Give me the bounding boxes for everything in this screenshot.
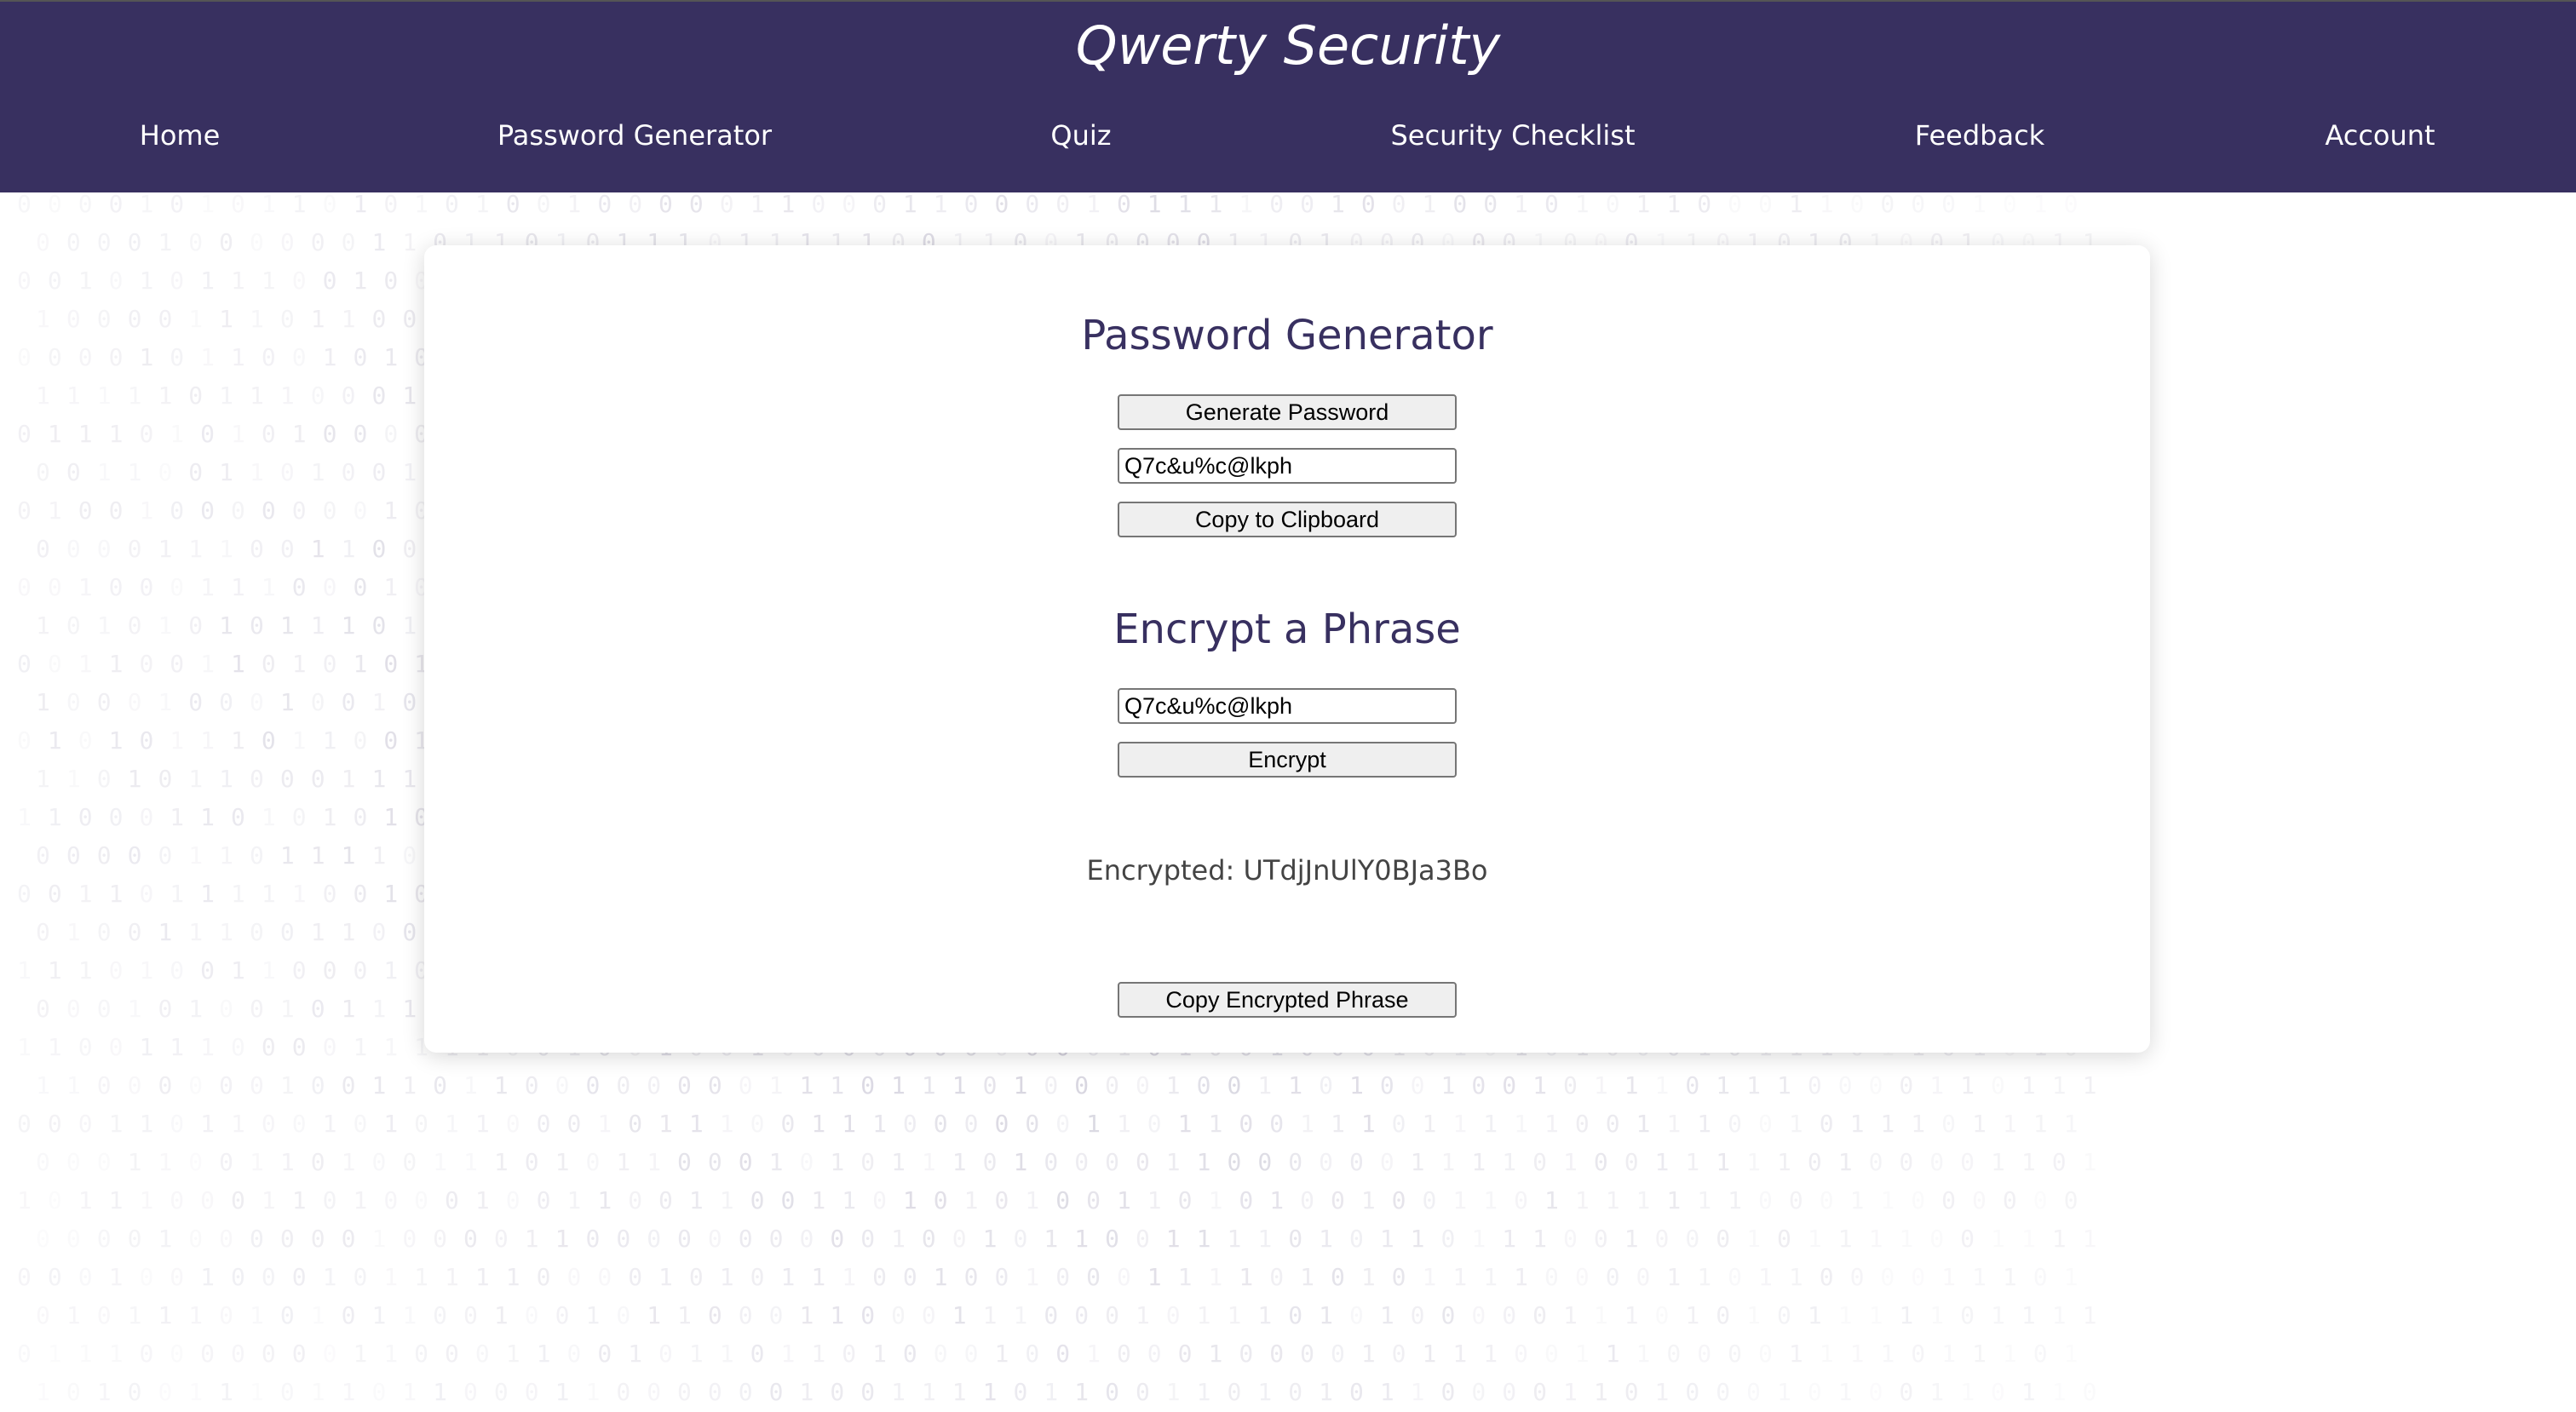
copy-to-clipboard-button[interactable]: Copy to Clipboard (1118, 502, 1457, 537)
binary-pattern-row: 1011100011010001001100110011010101001101… (17, 1186, 2095, 1214)
generate-password-button[interactable]: Generate Password (1118, 394, 1457, 430)
encrypted-result: Encrypted: UTdjJnUlY0BJa3Bo (424, 852, 2150, 889)
binary-pattern-row: 0000100000010000110000000000100101100111… (97, 1225, 2097, 1253)
binary-pattern-row: 0000101011010101001000001100011000010111… (17, 192, 1956, 218)
encrypted-result-value: UTdjJnUlY0BJa3Bo (1243, 854, 1488, 887)
binary-pattern-row: 0001100110100111010110001010111010000110… (127, 1148, 2083, 1176)
nav-security-checklist-link[interactable]: Security Checklist (1390, 114, 1635, 157)
encrypt-button[interactable]: Encrypt (1118, 742, 1457, 778)
binary-pattern-row: 0101110101011001001011000110001110001011… (36, 1301, 2113, 1329)
encrypt-phrase-heading: Encrypt a Phrase (1113, 606, 1461, 653)
password-tools-card: Password Generator Generate Password Cop… (424, 245, 2150, 1053)
nav-quiz-link[interactable]: Quiz (1050, 114, 1111, 157)
binary-pattern-row: 1010011101101100011000000100111101100110… (96, 1378, 2052, 1406)
phrase-input[interactable] (1118, 688, 1457, 724)
binary-pattern-row: 1100000010011011000000001110111010000100… (96, 1071, 2113, 1099)
generated-password-field[interactable] (1118, 448, 1457, 484)
binary-pattern-row: 0001001000101111100001010111001001000111… (17, 1263, 2033, 1291)
encrypted-result-label: Encrypted: (1086, 854, 1235, 887)
binary-pattern-row: 0001101100101011000101110011100000011011… (17, 1110, 2079, 1138)
site-header: Qwerty Security Home Password Generator … (0, 0, 2576, 192)
nav-password-generator-link[interactable]: Password Generator (497, 114, 772, 157)
nav-home-link[interactable]: Home (140, 114, 221, 157)
main-nav: Home Password Generator Quiz Security Ch… (0, 114, 2576, 157)
site-title: Qwerty Security (1075, 14, 1501, 77)
copy-encrypted-phrase-button[interactable]: Copy Encrypted Phrase (1118, 982, 1457, 1018)
nav-feedback-link[interactable]: Feedback (1915, 114, 2044, 157)
binary-pattern-row: 0111000000011000110010110110100010010001… (139, 1340, 2047, 1368)
password-generator-heading: Password Generator (1081, 312, 1493, 359)
nav-account-link[interactable]: Account (2325, 114, 2435, 157)
